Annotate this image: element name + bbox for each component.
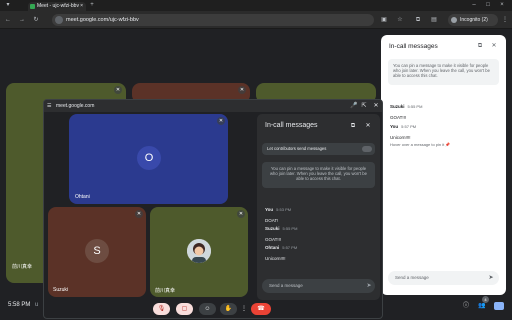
pin-info-box: You can pin a message to make it visible… — [388, 59, 499, 85]
avatar: S — [85, 239, 109, 263]
incognito-icon — [451, 17, 457, 23]
participant-tile-ohtani[interactable]: ✕ O Ohtani — [69, 114, 228, 204]
participant-tile-suzuki[interactable]: ✕ S Suzuki — [48, 207, 146, 297]
chat-message[interactable]: Ohtani 5:57 PM Unicorn!!!! — [265, 236, 297, 261]
meeting-time: 5:58 PM u — [8, 302, 38, 308]
participant-name: Ohtani — [75, 194, 90, 200]
sender-name: Suzuki — [390, 104, 405, 109]
panel-title: In-call messages — [389, 43, 438, 50]
incognito-label: Incognito (2) — [460, 17, 488, 23]
pin-hint: Hover over a message to pin it — [390, 142, 445, 147]
mic-off-icon: ✕ — [135, 210, 143, 218]
send-icon[interactable]: ➤ — [487, 274, 495, 282]
raise-hand-button[interactable]: ✋ — [220, 303, 237, 315]
camera-toggle-button[interactable]: ▢ — [176, 303, 193, 315]
close-window-icon[interactable]: × — [498, 1, 506, 9]
people-icon[interactable]: 👥 — [478, 302, 486, 310]
mic-off-icon: ✕ — [237, 210, 245, 218]
browser-tab[interactable]: Meet - ujc-wfzi-bbv × — [28, 2, 86, 11]
more-options-icon[interactable]: ⋮ — [240, 305, 248, 313]
leave-call-button[interactable]: ☎ — [251, 303, 271, 315]
close-tab-icon[interactable]: × — [80, 2, 83, 11]
pip-titlebar: ☰ meet.google.com 🎤 ⇱ ✕ — [44, 100, 382, 112]
extensions-icon[interactable]: ⧉ — [414, 16, 422, 24]
toggle-label: Let contributors send messages — [267, 146, 327, 151]
pip-mic-icon[interactable]: 🎤 — [350, 102, 358, 110]
pip-window: ☰ meet.google.com 🎤 ⇱ ✕ ✕ O Ohtani ✕ S S… — [43, 99, 383, 319]
address-bar[interactable]: meet.google.com/ujc-wfzi-bbv — [52, 14, 374, 26]
panel-title: In-call messages — [265, 122, 318, 129]
send-icon[interactable]: ➤ — [365, 282, 373, 290]
forward-icon[interactable]: → — [18, 16, 26, 24]
pin-info-box: You can pin a message to make it visible… — [262, 162, 375, 188]
tab-title: Meet - ujc-wfzi-bbv — [37, 3, 79, 9]
mic-off-icon: ✕ — [114, 86, 122, 94]
tab-search-icon[interactable]: ▾ — [4, 1, 12, 9]
meet-favicon-icon — [30, 4, 35, 9]
sidepanel-icon[interactable]: ▤ — [430, 16, 438, 24]
message-time: 5:57 PM — [401, 124, 417, 129]
message-text: Unicorn!!!! — [390, 135, 411, 140]
people-count-badge: 4 — [482, 296, 489, 303]
sender-name: You — [390, 124, 399, 129]
camera-icon[interactable]: ▣ — [380, 16, 388, 24]
pip-close-icon[interactable]: ✕ — [372, 102, 380, 110]
participant-tile-maekawa[interactable]: ✕ 前川真幸 — [150, 207, 248, 297]
participant-name: 前川真幸 — [155, 288, 176, 294]
bookmark-star-icon[interactable]: ☆ — [396, 16, 404, 24]
message-time: 5:53 PM — [276, 207, 292, 212]
message-input[interactable]: Send a message — [262, 279, 375, 293]
avatar-photo — [187, 239, 211, 263]
incognito-badge[interactable]: Incognito (2) — [448, 14, 498, 26]
sender-name: You — [265, 207, 274, 212]
new-tab-icon[interactable]: + — [88, 1, 96, 9]
message-time: 5:55 PM — [407, 104, 423, 109]
pin-icon: 📌 — [445, 142, 451, 147]
meeting-code-fragment: u — [35, 302, 39, 308]
chat-message[interactable]: You 5:57 PM Unicorn!!!! Hover over a mess… — [390, 115, 450, 147]
avatar: O — [137, 146, 161, 170]
participant-name: Suzuki — [53, 287, 69, 293]
meeting-info-icon[interactable]: ⓘ — [462, 302, 470, 310]
in-call-messages-panel: In-call messages ⧉ ✕ You can pin a messa… — [381, 35, 506, 295]
browser-menu-icon[interactable]: ⋮ — [502, 16, 508, 24]
pop-out-icon[interactable]: ⧉ — [476, 42, 484, 50]
pip-back-to-tab-icon[interactable]: ⇱ — [360, 102, 368, 110]
message-time: 5:55 PM — [282, 226, 298, 231]
back-icon[interactable]: ← — [4, 16, 12, 24]
sender-name: Suzuki — [265, 226, 280, 231]
pip-host: meet.google.com — [56, 103, 95, 109]
participant-name: 前川真幸 — [12, 264, 33, 270]
site-info-icon[interactable] — [55, 16, 63, 24]
mic-off-icon: ✕ — [238, 86, 246, 94]
minimize-icon[interactable]: – — [470, 1, 478, 9]
message-input[interactable]: Send a message — [388, 271, 499, 285]
mic-off-icon: ✕ — [217, 117, 225, 125]
toggle-switch[interactable] — [362, 146, 372, 152]
contributors-toggle-row[interactable]: Let contributors send messages — [262, 143, 375, 155]
pip-site-icon: ☰ — [47, 103, 52, 109]
close-icon[interactable]: ✕ — [364, 122, 372, 130]
pop-out-icon[interactable]: ⧉ — [349, 122, 357, 130]
maximize-icon[interactable]: □ — [484, 1, 492, 9]
sender-name: Ohtani — [265, 245, 280, 250]
chat-active-icon[interactable] — [494, 302, 504, 310]
message-time: 5:57 PM — [282, 245, 298, 250]
url-text: meet.google.com/ujc-wfzi-bbv — [66, 17, 139, 23]
emoji-reaction-button[interactable]: ☺ — [199, 303, 216, 315]
mic-toggle-button[interactable]: 🎙 — [153, 303, 170, 315]
reload-icon[interactable]: ↻ — [32, 16, 40, 24]
close-icon[interactable]: ✕ — [490, 42, 498, 50]
clock-text: 5:58 PM — [8, 302, 31, 308]
message-text: Unicorn!!!! — [265, 256, 286, 261]
pip-in-call-messages-panel: In-call messages ⧉ ✕ Let contributors se… — [257, 114, 380, 300]
browser-tab-strip: ▾ Meet - ujc-wfzi-bbv × + – □ × — [0, 0, 512, 11]
